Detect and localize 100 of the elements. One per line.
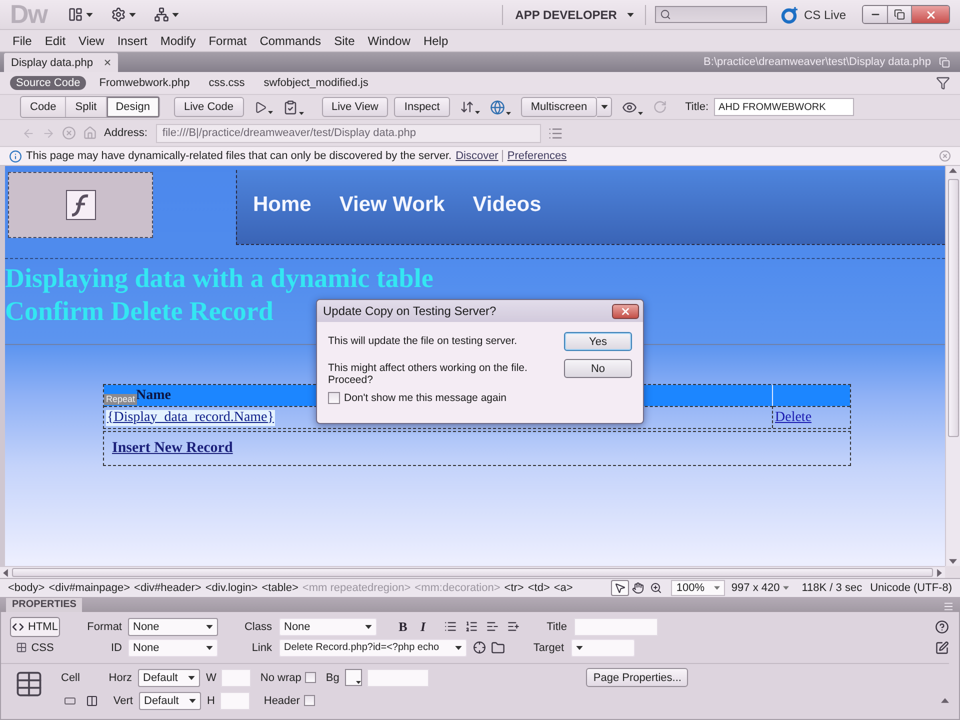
workspace-switcher[interactable]: APP DEVELOPER bbox=[513, 8, 636, 22]
width-input[interactable] bbox=[221, 668, 252, 686]
tag-selector-item[interactable]: <div#mainpage> bbox=[46, 582, 132, 594]
close-icon[interactable] bbox=[102, 58, 112, 67]
list-icon[interactable] bbox=[548, 126, 564, 140]
class-select[interactable]: None bbox=[279, 618, 377, 636]
document-tab[interactable]: Display data.php bbox=[4, 53, 118, 72]
restore-button[interactable] bbox=[887, 6, 911, 23]
scroll-left-icon[interactable] bbox=[3, 568, 8, 576]
delete-link[interactable]: Delete bbox=[775, 410, 812, 426]
no-button[interactable]: No bbox=[564, 359, 632, 378]
multiscreen-dropdown[interactable] bbox=[597, 97, 612, 117]
bulleted-list-icon[interactable] bbox=[444, 620, 457, 633]
menu-item[interactable]: View bbox=[72, 34, 111, 48]
search-field[interactable] bbox=[654, 6, 767, 23]
bg-color-input[interactable] bbox=[367, 668, 430, 686]
preview-button[interactable] bbox=[488, 100, 513, 114]
insert-record-link[interactable]: Insert New Record bbox=[112, 440, 233, 457]
checkbox[interactable] bbox=[328, 392, 340, 404]
tag-selector-item[interactable]: <body> bbox=[6, 582, 47, 594]
crosshair-icon[interactable] bbox=[473, 641, 486, 654]
view-mode-button[interactable]: Code bbox=[21, 97, 66, 117]
checkbox[interactable] bbox=[305, 672, 316, 683]
live-view-button[interactable]: Live View bbox=[322, 97, 388, 117]
bold-button[interactable]: B bbox=[396, 618, 410, 634]
help-icon[interactable] bbox=[935, 620, 949, 634]
edit-icon[interactable] bbox=[935, 640, 949, 654]
css-mode-button[interactable]: CSS bbox=[13, 638, 57, 658]
menu-item[interactable]: Insert bbox=[110, 34, 154, 48]
italic-button[interactable]: I bbox=[416, 618, 430, 634]
yes-button[interactable]: Yes bbox=[564, 332, 632, 351]
related-file-tab[interactable]: css.css bbox=[202, 76, 251, 90]
tag-selector-item[interactable]: <table> bbox=[260, 582, 300, 594]
expand-icon[interactable] bbox=[941, 698, 949, 703]
address-field[interactable]: file:///B|/practice/dreamweaver/test/Display data.php bbox=[156, 124, 542, 142]
tag-selector-item[interactable]: <a> bbox=[552, 582, 575, 594]
visual-aids-button[interactable] bbox=[620, 100, 646, 114]
caret-icon bbox=[365, 624, 372, 628]
live-code-button[interactable]: Live Code bbox=[174, 97, 244, 117]
horizontal-scrollbar[interactable] bbox=[0, 566, 945, 578]
menu-item[interactable]: Edit bbox=[38, 34, 72, 48]
title-input[interactable]: AHD FROMWEBWORK bbox=[714, 98, 854, 116]
caret-icon bbox=[189, 698, 196, 702]
menu-item[interactable]: File bbox=[6, 34, 38, 48]
menu-item[interactable]: Commands bbox=[253, 34, 328, 48]
repeat-region-tag: Repeat bbox=[104, 394, 138, 405]
code-icon bbox=[12, 620, 24, 632]
zoom-select[interactable]: 100% bbox=[671, 580, 726, 596]
numbered-list-icon[interactable] bbox=[465, 620, 478, 633]
title-input[interactable] bbox=[574, 618, 658, 636]
related-file-tab[interactable]: Source Code bbox=[10, 76, 86, 90]
related-file-tab[interactable]: Fromwebwork.php bbox=[93, 76, 196, 90]
scroll-down-icon[interactable] bbox=[949, 559, 957, 564]
menu-item[interactable]: Help bbox=[416, 34, 455, 48]
menu-item[interactable]: Site bbox=[328, 34, 362, 48]
outdent-icon[interactable] bbox=[486, 620, 499, 633]
page-properties-button[interactable]: Page Properties... bbox=[586, 668, 688, 687]
menu-item[interactable]: Window bbox=[361, 34, 417, 48]
nav-link[interactable]: Videos bbox=[472, 192, 542, 216]
html-mode-button[interactable]: HTML bbox=[10, 616, 60, 636]
checkbox[interactable] bbox=[304, 695, 315, 706]
split-cell-icon[interactable] bbox=[86, 694, 98, 706]
properties-panel-tab[interactable]: PROPERTIES bbox=[6, 598, 82, 612]
close-button[interactable] bbox=[911, 6, 949, 23]
view-mode-button[interactable]: Design bbox=[106, 97, 159, 117]
tag-selector-item[interactable]: <tr> bbox=[502, 582, 526, 594]
inspect-button[interactable]: Inspect bbox=[394, 97, 450, 117]
pointer-tool-button[interactable] bbox=[611, 580, 630, 596]
indent-icon[interactable] bbox=[507, 620, 520, 633]
tag-selector-item[interactable]: <td> bbox=[526, 582, 552, 594]
vert-select[interactable]: Default bbox=[139, 692, 201, 710]
filter-icon[interactable] bbox=[936, 76, 950, 90]
nav-link[interactable]: View Work bbox=[339, 192, 445, 216]
format-select[interactable]: None bbox=[128, 618, 218, 636]
dialog-close-button[interactable] bbox=[612, 304, 639, 318]
vertical-scrollbar[interactable] bbox=[945, 166, 960, 566]
cs-live-button[interactable]: CS Live bbox=[780, 6, 846, 24]
merge-cells-icon[interactable] bbox=[64, 694, 76, 706]
discover-link[interactable]: Discover bbox=[456, 150, 498, 162]
window-size-menu[interactable]: 997 x 420 bbox=[728, 582, 792, 594]
restore-icon[interactable] bbox=[939, 56, 950, 68]
menu-item[interactable]: Modify bbox=[154, 34, 202, 48]
color-picker-button[interactable] bbox=[345, 669, 362, 686]
horz-select[interactable]: Default bbox=[138, 668, 200, 686]
height-input[interactable] bbox=[220, 692, 250, 710]
scrollbar-thumb[interactable] bbox=[948, 179, 958, 437]
multiscreen-button[interactable]: Multiscreen bbox=[520, 97, 598, 117]
id-select[interactable]: None bbox=[128, 638, 218, 656]
nav-link[interactable]: Home bbox=[253, 192, 312, 216]
eye-icon bbox=[622, 100, 638, 114]
preferences-link[interactable]: Preferences bbox=[507, 150, 567, 162]
scroll-up-icon[interactable] bbox=[949, 168, 957, 173]
tag-selector-item[interactable]: <div.login> bbox=[203, 582, 260, 594]
tag-selector-item[interactable]: <div#header> bbox=[132, 582, 204, 594]
link-field[interactable]: Delete Record.php?id=<?php echo bbox=[279, 638, 467, 656]
menu-item[interactable]: Format bbox=[202, 34, 254, 48]
scroll-right-icon[interactable] bbox=[937, 568, 942, 576]
folder-icon[interactable] bbox=[491, 640, 505, 654]
related-file-tab[interactable]: swfobject_modified.js bbox=[258, 76, 374, 90]
scrollbar-thumb[interactable] bbox=[12, 568, 933, 577]
